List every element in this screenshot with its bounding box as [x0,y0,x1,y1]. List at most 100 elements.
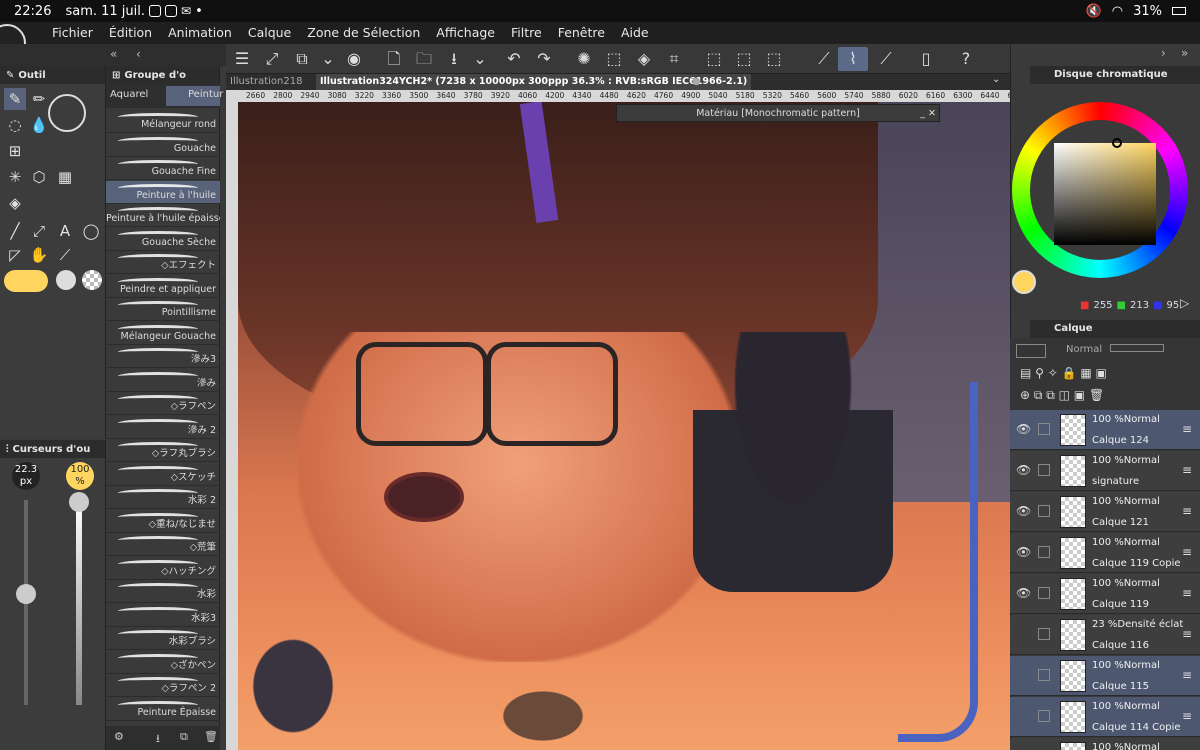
layer-checkbox[interactable] [1038,587,1050,599]
hand-icon[interactable]: ✋ [28,244,50,266]
eye-icon[interactable]: 👁 [1016,586,1031,600]
transform-icon[interactable]: ⧉ [290,47,314,71]
download-icon[interactable]: ⭳ [156,730,160,749]
brush-item[interactable]: 滲み [106,369,220,392]
fill-bucket-icon[interactable]: ◈ [4,192,26,214]
ruler-icon[interactable]: ⟋ [812,47,836,71]
line-icon[interactable]: ╱ [4,220,26,242]
brush-item[interactable]: Gouache Sèche [106,228,220,251]
layer-row[interactable]: 👁 100 %Normal Calque 119 Copie ≡ [1010,533,1200,573]
layer-menu-icon[interactable]: ≡ [1182,586,1192,600]
copy-icon[interactable]: ⧉ [180,730,188,744]
text-icon[interactable]: A [54,220,76,242]
layer-ops-icons-2[interactable]: ⊕ ⧉ ⧉ ◫ ▣ 🗑 [1020,388,1104,403]
brush-item[interactable]: ◇ハッチング [106,557,220,580]
layer-menu-icon[interactable]: ≡ [1182,668,1192,682]
selection-icon[interactable]: ⬚ [702,47,726,71]
layer-row[interactable]: 100 %Normal Calque 115 ≡ [1010,656,1200,696]
brush-item[interactable]: Peinture Épaisse [106,698,220,721]
layer-checkbox[interactable] [1038,628,1050,640]
save-icon[interactable]: ⭳ [442,47,466,71]
layer-menu-icon[interactable]: ≡ [1182,627,1192,641]
brush-item[interactable]: Peinture à l'huile épaisse [106,204,220,227]
layer-checkbox[interactable] [1038,423,1050,435]
magic-wand-icon[interactable]: ✳ [4,166,26,188]
brush-item[interactable]: ◇ラフペン 2 [106,674,220,697]
device-icon[interactable]: ▯ [914,47,938,71]
saturation-square[interactable] [1054,143,1156,245]
menu-fichier[interactable]: Fichier [44,22,101,44]
open-folder-icon[interactable]: 🗀 [412,47,436,71]
tab-illustration324[interactable]: Illustration324YCH2* (7238 x 10000px 300… [316,74,752,90]
layer-row[interactable]: 23 %Densité éclat Calque 116 ≡ [1010,615,1200,655]
layer-row[interactable]: 👁 100 %Normal Calque 119 ≡ [1010,574,1200,614]
brush-item[interactable]: ◇荒筆 [106,533,220,556]
layer-checkbox[interactable] [1038,546,1050,558]
settings-icon[interactable]: ⚙ [114,730,124,743]
sub-color-swatch[interactable] [56,270,76,290]
brush-item[interactable]: 水彩 2 [106,486,220,509]
drawing-canvas[interactable] [238,102,1010,750]
brush-item[interactable]: ◇ラフ丸ブラシ [106,439,220,462]
transparent-swatch[interactable] [82,270,102,290]
stabilizer-icon[interactable]: ⌇ [838,47,868,71]
layer-ops-icons[interactable]: ▤ ⚲ ✧ 🔒 ▦ ▣ [1020,366,1107,380]
pencil-tool-icon[interactable]: ✏ [28,88,50,110]
brush-item[interactable]: ◇ラフペン [106,392,220,415]
clear-icon[interactable]: ⬚ [602,47,626,71]
layer-checkbox[interactable] [1038,669,1050,681]
fit-icon[interactable]: ⤢ [260,47,284,71]
chevron-left-icon[interactable]: ‹ [136,47,141,61]
frame-icon[interactable]: ◸ [4,244,26,266]
brush-item[interactable]: 滲み3 [106,345,220,368]
color-picker-handle[interactable] [1112,138,1122,148]
record-icon[interactable]: ◉ [342,47,366,71]
collapse-left-icon[interactable]: « [110,47,117,61]
tab-aquarelle[interactable]: Aquarel [110,89,148,100]
figure-icon[interactable]: ⤢ [28,220,50,242]
trash-icon[interactable]: 🗑 [204,730,218,743]
loading-icon[interactable]: ✺ [572,47,596,71]
chevron-down-icon[interactable]: ⌄ [316,47,340,71]
pen-tool-icon[interactable]: ✎ [4,88,26,110]
brush-item[interactable]: ◇スケッチ [106,463,220,486]
brush-item[interactable]: ◇エフェクト [106,251,220,274]
brush-item[interactable]: Peinture à l'huile [106,180,220,204]
material-panel[interactable]: Matériau [Monochromatic pattern] _ ✕ [616,104,940,122]
brush-item[interactable]: Peindre et appliquer [106,275,220,298]
layer-menu-icon[interactable]: ≡ [1182,422,1192,436]
layer-row[interactable]: 100 %Normal Calque 114 Copie ≡ [1010,697,1200,737]
main-color-swatch[interactable] [4,270,48,292]
grid-icon[interactable]: ⊞ [4,140,26,162]
blend-color-box[interactable] [1016,344,1046,358]
gradient-icon[interactable]: ▦ [54,166,76,188]
eye-icon[interactable]: 👁 [1016,422,1031,436]
layer-row[interactable]: 👁 100 %Normal Calque 121 ≡ [1010,492,1200,532]
layer-checkbox[interactable] [1038,464,1050,476]
eye-icon[interactable]: 👁 [1016,504,1031,518]
selection-icon-2[interactable]: ⬚ [732,47,756,71]
brush-item[interactable]: 水彩ブラシ [106,627,220,650]
size-slider-handle[interactable] [16,584,36,604]
layer-row[interactable]: 👁 100 %Normal signature ≡ [1010,451,1200,491]
layer-row[interactable]: 👁 100 %Normal Calque 124 ≡ [1010,410,1200,450]
help-icon[interactable]: ? [954,47,978,71]
opacity-slider-handle[interactable] [69,492,89,512]
eye-icon[interactable]: 👁 [1016,545,1031,559]
brush-item[interactable]: 水彩 [106,580,220,603]
fill-icon[interactable]: ◈ [632,47,656,71]
brush-item[interactable]: 滲み 2 [106,416,220,439]
brush-item[interactable]: ◇重ね/なじませ [106,510,220,533]
menu-aide[interactable]: Aide [613,22,657,44]
menu-affichage[interactable]: Affichage [428,22,503,44]
brush-item[interactable]: Gouache [106,134,220,157]
brush-item[interactable]: 水彩3 [106,604,220,627]
rotate-canvas-icon[interactable] [48,94,86,132]
close-icon[interactable]: ✕ [928,105,936,123]
menu-fenetre[interactable]: Fenêtre [550,22,613,44]
minimize-icon[interactable]: _ [920,105,925,123]
opacity-slider-track[interactable] [76,500,82,705]
layer-checkbox[interactable] [1038,710,1050,722]
brush-item[interactable]: Pointillisme [106,298,220,321]
crop-icon[interactable]: ⌗ [662,47,686,71]
